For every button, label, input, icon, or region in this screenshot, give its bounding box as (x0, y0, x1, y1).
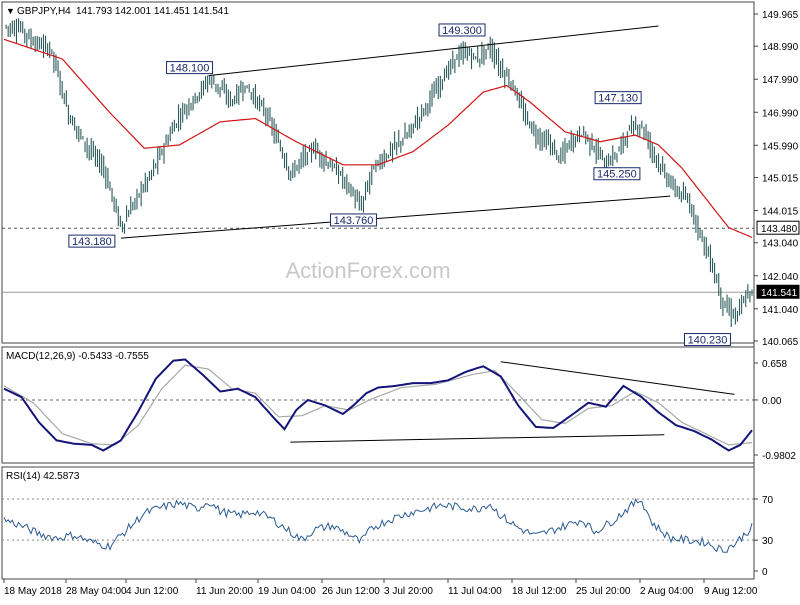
price-annotation-label: 140.230 (688, 335, 728, 347)
level-price-label: 143.480 (761, 224, 798, 235)
price-axis-label: 143.040 (762, 239, 799, 250)
current-price-label: 141.541 (761, 288, 798, 299)
forex-chart: ActionForex.com ▼ GBPJPY,H4 141.793 142.… (0, 0, 800, 600)
price-annotation-label: 148.100 (170, 63, 210, 75)
chart-svg: ActionForex.com ▼ GBPJPY,H4 141.793 142.… (1, 1, 800, 597)
symbol-arrow-icon: ▼ (6, 6, 15, 16)
price-axis-label: 145.015 (762, 174, 799, 185)
watermark: ActionForex.com (285, 258, 450, 283)
price-annotation-label: 143.760 (334, 215, 374, 227)
macd-axis-label: 0.658 (762, 359, 787, 370)
x-axis-label: 11 Jun 20:00 (196, 586, 254, 597)
x-axis-label: 19 Jun 04:00 (258, 586, 316, 597)
rsi-panel (1, 466, 755, 580)
x-axis-label: 3 Jul 20:00 (384, 586, 433, 597)
ohlc-readout: 141.793 142.001 141.451 141.541 (76, 6, 229, 17)
x-axis-label: 9 Aug 12:00 (704, 586, 758, 597)
symbol-label: GBPJPY,H4 (17, 6, 71, 17)
rsi-axis-label: 0 (762, 567, 768, 578)
price-axis-label: 144.015 (762, 207, 799, 218)
x-axis-label: 28 May 04:00 (66, 586, 127, 597)
price-annotation-label: 145.250 (597, 169, 637, 181)
price-axis-label: 145.990 (762, 141, 799, 152)
x-axis-label: 4 Jun 12:00 (126, 586, 179, 597)
price-axis-label: 142.040 (762, 272, 799, 283)
rsi-title: RSI(14) 42.5873 (6, 471, 80, 482)
rsi-axis-label: 70 (762, 495, 774, 506)
x-axis-label: 26 Jun 12:00 (322, 586, 380, 597)
price-axis-label: 149.965 (762, 10, 799, 21)
macd-panel (1, 346, 755, 464)
macd-axis-label: -0.9802 (762, 451, 796, 462)
price-annotation-label: 147.130 (598, 93, 638, 105)
macd-axis-label: 0.00 (762, 396, 782, 407)
price-axis-label: 141.040 (762, 305, 799, 316)
x-axis-label: 2 Aug 04:00 (640, 586, 694, 597)
price-axis-label: 147.990 (762, 75, 799, 86)
x-axis-label: 18 May 2018 (4, 586, 62, 597)
macd-title: MACD(12,26,9) -0.5433 -0.7555 (6, 351, 149, 362)
price-annotation-label: 149.300 (442, 25, 482, 37)
price-axis-label: 140.065 (762, 337, 799, 348)
price-axis-label: 146.990 (762, 108, 799, 119)
price-axis-label: 148.990 (762, 42, 799, 53)
x-axis-label: 18 Jul 12:00 (512, 586, 567, 597)
price-annotation-label: 143.180 (72, 236, 112, 248)
x-axis-label: 11 Jul 04:00 (448, 586, 502, 597)
rsi-axis-label: 30 (762, 536, 774, 547)
x-axis-label: 25 Jul 20:00 (576, 586, 631, 597)
